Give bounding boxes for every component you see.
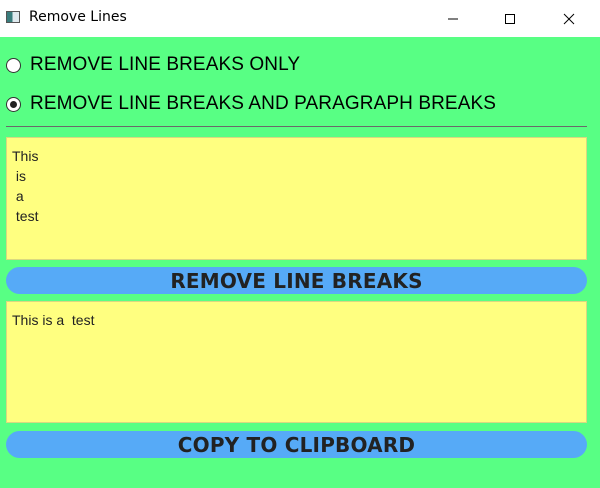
close-button[interactable] <box>546 0 592 37</box>
maximize-button[interactable] <box>487 0 533 37</box>
input-textarea[interactable]: This is a test <box>6 137 587 260</box>
option-line-breaks-only[interactable]: REMOVE LINE BREAKS ONLY <box>6 54 300 76</box>
copy-to-clipboard-button[interactable]: COPY TO CLIPBOARD <box>6 431 587 458</box>
maximize-icon <box>505 13 515 24</box>
output-textarea[interactable]: This is a test <box>6 301 587 423</box>
app-icon <box>6 11 20 23</box>
minimize-icon <box>448 18 458 19</box>
divider <box>6 126 587 127</box>
title-bar: Remove Lines <box>0 0 600 37</box>
option-line-and-paragraph-breaks[interactable]: REMOVE LINE BREAKS AND PARAGRAPH BREAKS <box>6 93 496 115</box>
radio-button-line-breaks-only[interactable] <box>6 57 21 73</box>
remove-line-breaks-button[interactable]: REMOVE LINE BREAKS <box>6 267 587 294</box>
window-title: Remove Lines <box>29 9 127 25</box>
option-label: REMOVE LINE BREAKS ONLY <box>30 54 301 75</box>
minimize-button[interactable] <box>430 0 476 37</box>
option-label: REMOVE LINE BREAKS AND PARAGRAPH BREAKS <box>30 93 497 114</box>
close-icon <box>563 13 575 24</box>
radio-button-line-and-paragraph[interactable] <box>6 96 21 112</box>
app-window: Remove Lines REMOVE LINE BREAKS ONLY REM… <box>0 0 600 488</box>
